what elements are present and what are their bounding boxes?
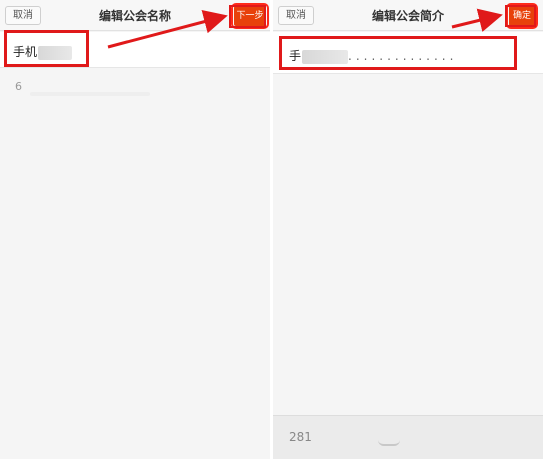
intro-footer: 281	[273, 415, 543, 459]
page-title: 编辑公会名称	[98, 9, 171, 23]
keyboard-handle	[378, 440, 400, 446]
intro-dots: ..............	[348, 49, 458, 63]
left-screen: 取消 编辑公会名称 下一步 手机 6	[0, 0, 270, 459]
confirm-button[interactable]: 确定	[506, 3, 538, 29]
guild-name-value: 手机	[13, 43, 73, 60]
right-screen: 取消 编辑公会简介 确定 手.............. 281	[273, 0, 543, 459]
redacted-text	[302, 49, 349, 64]
page-title: 编辑公会简介	[371, 9, 444, 23]
guild-intro-input[interactable]: 手..............	[273, 32, 543, 74]
redacted-text	[38, 45, 73, 60]
guild-intro-value: 手..............	[289, 47, 457, 64]
char-count: 6	[15, 80, 22, 93]
guild-intro-text: 手	[289, 49, 302, 63]
remaining-count: 281	[289, 430, 312, 444]
left-header: 取消 编辑公会名称 下一步	[0, 0, 270, 31]
guild-name-text: 手机	[13, 45, 38, 59]
hint-line	[30, 92, 150, 96]
next-step-button[interactable]: 下一步	[231, 3, 269, 29]
right-header: 取消 编辑公会简介 确定	[273, 0, 543, 31]
guild-name-input[interactable]: 手机	[0, 32, 270, 68]
